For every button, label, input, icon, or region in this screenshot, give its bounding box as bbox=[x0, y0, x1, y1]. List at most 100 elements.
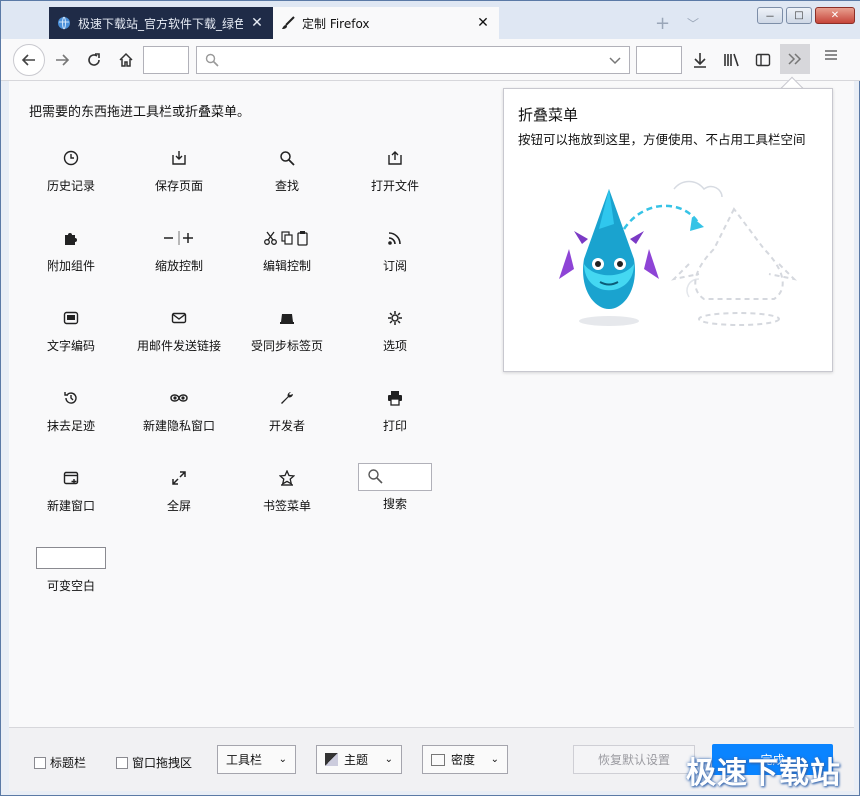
library-icon bbox=[724, 53, 739, 67]
tab-list-chevron-icon[interactable]: ﹀ bbox=[687, 15, 699, 32]
paintbrush-icon bbox=[281, 16, 295, 30]
item-label: 打开文件 bbox=[370, 179, 419, 193]
panel-description: 按钮可以拖放到这里，方便使用、不占用工具栏空间 bbox=[518, 132, 806, 147]
palette-item-edit[interactable]: 编辑控制 bbox=[233, 223, 341, 293]
item-label: 保存页面 bbox=[154, 179, 203, 193]
panel-title: 折叠菜单 bbox=[518, 106, 579, 124]
sidebar-button[interactable] bbox=[750, 47, 776, 73]
back-button[interactable] bbox=[13, 44, 45, 76]
double-chevron-icon bbox=[788, 53, 802, 65]
palette-item-open-file[interactable]: 打开文件 bbox=[341, 143, 449, 213]
palette-item-print[interactable]: 打印 bbox=[341, 383, 449, 453]
new-tab-icon[interactable]: + bbox=[655, 13, 670, 34]
density-dropdown[interactable]: 密度 ⌄ bbox=[422, 745, 508, 774]
toolbar-spacer[interactable] bbox=[636, 46, 682, 74]
search-icon bbox=[367, 468, 383, 487]
item-label: 搜索 bbox=[382, 497, 407, 511]
palette-item-flexible-space[interactable]: 可变空白 bbox=[17, 543, 125, 613]
save-page-icon bbox=[171, 143, 187, 173]
reload-button[interactable] bbox=[81, 47, 107, 73]
tab-customize[interactable]: 定制 Firefox ✕ bbox=[273, 7, 499, 39]
new-window-icon bbox=[63, 463, 79, 493]
density-icon bbox=[431, 753, 445, 766]
forget-icon bbox=[63, 383, 79, 413]
palette-item-private-window[interactable]: 新建隐私窗口 bbox=[125, 383, 233, 453]
toolbar-spacer[interactable] bbox=[143, 46, 189, 74]
titlebar-checkbox[interactable]: 标题栏 bbox=[34, 754, 86, 771]
gear-icon bbox=[387, 303, 403, 333]
private-window-icon bbox=[170, 383, 188, 413]
palette-item-find[interactable]: 查找 bbox=[233, 143, 341, 213]
palette-item-forget[interactable]: 抹去足迹 bbox=[17, 383, 125, 453]
tab-label: 定制 Firefox bbox=[302, 16, 370, 31]
themes-dropdown[interactable]: 主题 ⌄ bbox=[316, 745, 402, 774]
palette-item-bookmarks-menu[interactable]: 书签菜单 bbox=[233, 463, 341, 533]
fullscreen-icon bbox=[171, 463, 187, 493]
globe-icon bbox=[57, 16, 71, 30]
checkbox-box[interactable] bbox=[116, 756, 128, 769]
flexible-space-box bbox=[36, 547, 106, 569]
palette-item-developer[interactable]: 开发者 bbox=[233, 383, 341, 453]
edit-icon bbox=[264, 223, 310, 253]
item-label: 抹去足迹 bbox=[46, 419, 95, 433]
back-arrow-icon bbox=[21, 54, 35, 66]
close-button[interactable]: ✕ bbox=[815, 7, 855, 24]
item-label: 新建隐私窗口 bbox=[142, 419, 215, 433]
home-icon bbox=[119, 52, 133, 67]
palette-item-zoom[interactable]: 缩放控制 bbox=[125, 223, 233, 293]
palette-item-email-link[interactable]: 用邮件发送链接 bbox=[125, 303, 233, 373]
rss-icon bbox=[387, 223, 403, 253]
downloads-button[interactable] bbox=[687, 47, 713, 73]
palette-item-fullscreen[interactable]: 全屏 bbox=[125, 463, 233, 533]
theme-swatch-icon bbox=[325, 753, 338, 766]
palette-item-save-page[interactable]: 保存页面 bbox=[125, 143, 233, 213]
overflow-menu-button[interactable] bbox=[780, 44, 810, 74]
chevron-down-icon[interactable] bbox=[609, 54, 621, 69]
forward-button[interactable] bbox=[49, 47, 75, 73]
maximize-button[interactable]: □ bbox=[786, 7, 812, 24]
toolbars-dropdown[interactable]: 工具栏 ⌄ bbox=[217, 745, 296, 774]
tab-jisu[interactable]: 极速下载站_官方软件下载_绿色 ✕ bbox=[49, 7, 273, 39]
item-label: 受同步标签页 bbox=[250, 339, 323, 353]
overflow-panel: 折叠菜单 按钮可以拖放到这里，方便使用、不占用工具栏空间 bbox=[503, 88, 833, 372]
tab-label: 极速下载站_官方软件下载_绿色 bbox=[78, 16, 243, 31]
library-button[interactable] bbox=[719, 47, 745, 73]
item-label: 用邮件发送链接 bbox=[136, 339, 221, 353]
find-icon bbox=[279, 143, 295, 173]
bookmarks-menu-icon bbox=[279, 463, 295, 493]
palette-item-addons[interactable]: 附加组件 bbox=[17, 223, 125, 293]
minimize-button[interactable]: － bbox=[757, 7, 783, 24]
item-label: 开发者 bbox=[268, 419, 305, 433]
hamburger-menu-icon[interactable] bbox=[823, 47, 839, 66]
reload-icon bbox=[88, 53, 100, 66]
zoom-icon bbox=[163, 223, 195, 253]
restore-defaults-button[interactable]: 恢复默认设置 bbox=[573, 745, 695, 774]
encoding-icon bbox=[63, 303, 79, 333]
item-label: 编辑控制 bbox=[262, 259, 311, 273]
palette-item-encoding[interactable]: 文字编码 bbox=[17, 303, 125, 373]
wrench-icon bbox=[279, 383, 295, 413]
close-tab-icon[interactable]: ✕ bbox=[249, 15, 265, 31]
home-button[interactable] bbox=[113, 47, 139, 73]
item-label: 新建窗口 bbox=[46, 499, 95, 513]
palette-item-new-window[interactable]: 新建窗口 bbox=[17, 463, 125, 533]
close-tab-icon[interactable]: ✕ bbox=[475, 15, 491, 31]
palette-item-search[interactable]: 搜索 bbox=[341, 463, 449, 533]
palette-instruction: 把需要的东西拖进工具栏或折叠菜单。 bbox=[29, 105, 251, 120]
chevron-down-icon: ⌄ bbox=[490, 754, 499, 765]
palette-item-options[interactable]: 选项 bbox=[341, 303, 449, 373]
search-widget[interactable] bbox=[358, 463, 432, 491]
checkbox-box[interactable] bbox=[34, 756, 46, 769]
item-label: 书签菜单 bbox=[262, 499, 311, 513]
sidebar-icon bbox=[755, 53, 771, 67]
item-label: 查找 bbox=[274, 179, 299, 193]
palette-item-synced-tabs[interactable]: 受同步标签页 bbox=[233, 303, 341, 373]
synced-tabs-icon bbox=[279, 303, 295, 333]
item-label: 订阅 bbox=[382, 259, 407, 273]
url-bar[interactable] bbox=[196, 46, 630, 74]
history-icon bbox=[63, 143, 79, 173]
forward-arrow-icon bbox=[56, 54, 70, 66]
palette-item-rss[interactable]: 订阅 bbox=[341, 223, 449, 293]
drag-space-checkbox[interactable]: 窗口拖拽区 bbox=[116, 754, 192, 771]
palette-item-history[interactable]: 历史记录 bbox=[17, 143, 125, 213]
